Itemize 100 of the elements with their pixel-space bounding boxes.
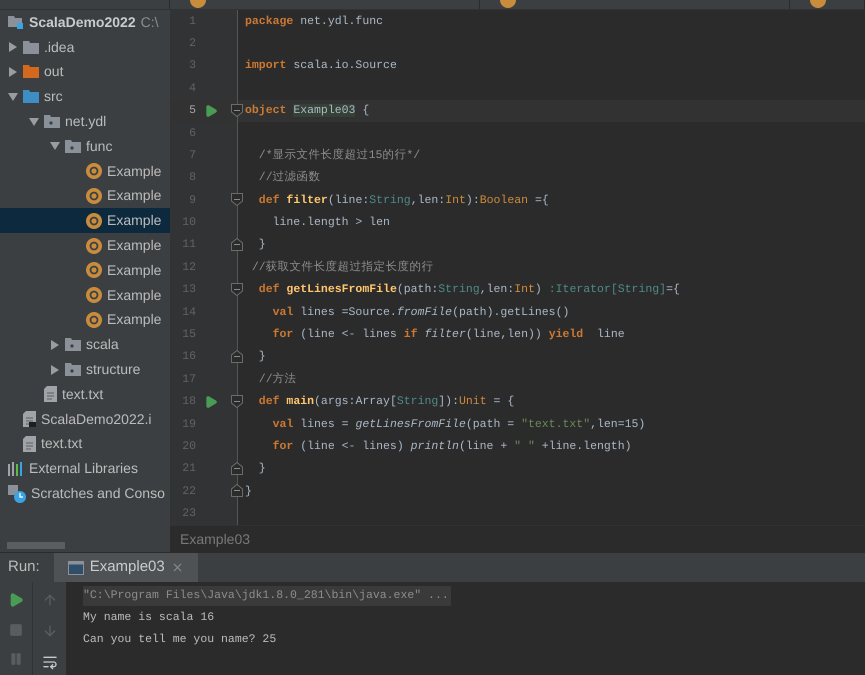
line-number: 5 bbox=[188, 103, 196, 120]
tree-item-label: ScalaDemo2022 bbox=[29, 12, 136, 32]
tree-item[interactable]: src bbox=[0, 84, 170, 110]
tree-item[interactable]: Example bbox=[0, 282, 170, 308]
tree-item[interactable]: Example bbox=[0, 308, 170, 332]
code-line: val lines =Source.fromFile(path).getLines() bbox=[272, 304, 570, 321]
tree-item[interactable]: Example bbox=[0, 258, 170, 283]
scala-object-icon bbox=[86, 238, 102, 254]
fold-marker-icon[interactable] bbox=[231, 104, 243, 117]
tree-item[interactable]: scala bbox=[0, 332, 170, 358]
libraries-icon bbox=[8, 462, 24, 476]
project-path: C:\ bbox=[140, 12, 159, 32]
console-window-icon bbox=[68, 560, 84, 574]
code-line: def filter(line:String,len:Int):Boolean ={ bbox=[258, 192, 549, 209]
scala-object-icon bbox=[86, 312, 102, 328]
scala-object-icon bbox=[86, 163, 102, 180]
tree-item-label: ScalaDemo2022.i bbox=[41, 410, 152, 429]
tree-item-label: Example bbox=[107, 186, 162, 206]
tree-item-label: Example bbox=[107, 211, 162, 230]
code-line: /*显示文件长度超过15的行*/ bbox=[258, 148, 420, 164]
folder-icon bbox=[23, 40, 39, 54]
fold-marker-icon[interactable] bbox=[231, 350, 243, 363]
code-line: //过滤函数 bbox=[258, 170, 321, 186]
run-tab[interactable]: Example03 bbox=[54, 553, 198, 582]
folder-icon bbox=[23, 65, 39, 78]
scrollbar-thumb[interactable] bbox=[7, 542, 65, 548]
code-line: def getLinesFromFile(path:String,len:Int) :Iterator[String]={ bbox=[258, 282, 680, 298]
code-line: //获取文件长度超过指定长度的行 bbox=[250, 260, 434, 276]
tree-item[interactable]: net.ydl bbox=[0, 109, 170, 134]
tree-item[interactable]: text.txt bbox=[0, 382, 170, 407]
tree-item-label: Example bbox=[107, 162, 162, 181]
tree-item[interactable]: .idea bbox=[0, 34, 170, 60]
file-icon bbox=[23, 411, 36, 428]
tree-item-label: Example bbox=[107, 286, 162, 305]
tree-item-label: net.ydl bbox=[65, 112, 106, 132]
tree-item-label: text.txt bbox=[41, 434, 82, 454]
expanded-arrow-icon[interactable] bbox=[8, 92, 18, 102]
tree-item[interactable]: func bbox=[0, 134, 170, 159]
tree-item-label: text.txt bbox=[62, 384, 104, 404]
scala-object-icon bbox=[86, 287, 102, 304]
tree-item-label: Example bbox=[107, 310, 162, 330]
code-line: } bbox=[258, 461, 266, 478]
tree-item[interactable]: Example bbox=[0, 184, 170, 208]
project-folder-icon bbox=[8, 15, 24, 30]
console-command: "C:\Program Files\Java\jdk1.8.0_281\bin\java.exe" ... bbox=[83, 586, 451, 606]
file-icon bbox=[44, 386, 57, 402]
fold-marker-icon[interactable] bbox=[231, 394, 243, 408]
tree-item[interactable]: ScalaDemo2022.i bbox=[0, 406, 170, 432]
collapsed-arrow-icon[interactable] bbox=[50, 340, 60, 350]
scala-object-icon bbox=[86, 212, 102, 229]
soft-wrap-icon[interactable] bbox=[42, 654, 58, 670]
code-line: line.length > len bbox=[272, 215, 390, 232]
run-icon[interactable] bbox=[204, 104, 218, 118]
fold-marker-icon[interactable] bbox=[231, 193, 243, 206]
console-output: Can you tell me you name? 25 bbox=[83, 632, 276, 648]
fold-marker-icon[interactable] bbox=[231, 238, 243, 251]
scala-object-icon bbox=[190, 0, 206, 8]
tree-item[interactable]: ScalaDemo2022 C:\ bbox=[0, 10, 170, 35]
scala-object-icon bbox=[86, 188, 102, 204]
code-line: //方法 bbox=[258, 371, 297, 388]
tree-item[interactable]: Example bbox=[0, 208, 170, 234]
tree-item[interactable]: External Libraries bbox=[0, 456, 170, 482]
tree-item[interactable]: Scratches and Conso bbox=[0, 481, 170, 506]
collapsed-arrow-icon[interactable] bbox=[8, 42, 18, 52]
tree-item[interactable]: structure bbox=[0, 357, 170, 382]
tree-item[interactable]: out bbox=[0, 60, 170, 84]
expanded-arrow-icon[interactable] bbox=[50, 141, 60, 152]
tree-item-label: out bbox=[44, 62, 64, 82]
tree-item-label: structure bbox=[86, 360, 140, 380]
package-folder-icon bbox=[65, 140, 81, 153]
rerun-icon[interactable] bbox=[8, 592, 24, 608]
scratches-icon bbox=[8, 484, 26, 503]
file-icon bbox=[23, 436, 36, 452]
scala-object-icon bbox=[810, 0, 826, 8]
tree-item[interactable]: Example bbox=[0, 233, 170, 258]
code-line: import scala.io.Source bbox=[244, 58, 397, 74]
collapsed-arrow-icon[interactable] bbox=[8, 66, 18, 77]
run-icon[interactable] bbox=[204, 394, 218, 409]
fold-marker-icon[interactable] bbox=[231, 462, 243, 475]
tree-item-label: func bbox=[86, 136, 112, 156]
scala-object-icon bbox=[86, 262, 102, 278]
code-line: } bbox=[258, 349, 266, 366]
close-icon[interactable] bbox=[170, 561, 184, 574]
breadcrumb[interactable]: Example03 bbox=[180, 528, 250, 550]
run-panel-label: Run: bbox=[7, 557, 41, 578]
collapsed-arrow-icon[interactable] bbox=[50, 364, 60, 375]
tree-item-label: External Libraries bbox=[29, 459, 138, 478]
tree-item[interactable]: Example bbox=[0, 158, 170, 184]
code-line: } bbox=[244, 484, 252, 500]
fold-marker-icon[interactable] bbox=[231, 484, 243, 498]
code-line: package net.ydl.func bbox=[244, 14, 384, 30]
tree-item-label: Example bbox=[107, 260, 162, 280]
code-line: } bbox=[258, 237, 266, 254]
tree-item[interactable]: text.txt bbox=[0, 432, 170, 456]
code-line: for (line <- lines) println(line + " " +line.length) bbox=[272, 438, 632, 455]
expanded-arrow-icon[interactable] bbox=[29, 116, 39, 127]
package-folder-icon bbox=[65, 338, 81, 352]
package-folder-icon bbox=[65, 363, 81, 376]
fold-marker-icon[interactable] bbox=[231, 282, 243, 296]
package-folder-icon bbox=[44, 115, 60, 128]
